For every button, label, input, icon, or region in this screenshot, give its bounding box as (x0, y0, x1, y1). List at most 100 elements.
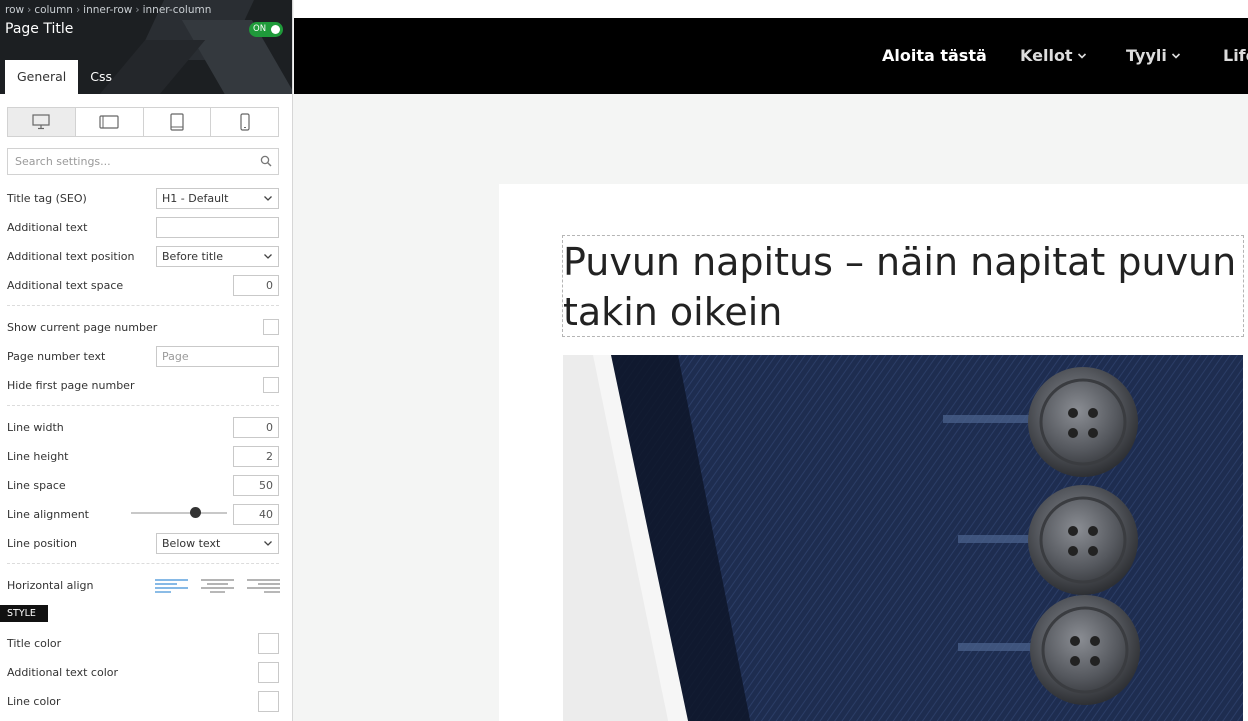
field-label: Additional text (7, 220, 88, 234)
additional-text-color-picker[interactable] (258, 661, 279, 683)
article-title: Puvun napitus – näin napitat puvun takin… (563, 240, 1237, 334)
element-toggle[interactable]: ON (249, 22, 283, 37)
field-label: Horizontal align (7, 578, 94, 592)
line-width-input[interactable]: 0 (233, 416, 279, 438)
nav-label: Life (1223, 46, 1248, 65)
field-show-page-number: Show current page number (7, 316, 279, 338)
chevron-down-icon (264, 540, 272, 546)
field-label: Page number text (7, 349, 106, 363)
field-label: Additional text color (7, 665, 119, 679)
breadcrumb-item[interactable]: inner-column (143, 4, 212, 16)
nav-label: Tyyli (1126, 46, 1167, 65)
field-label: Line color (7, 694, 61, 708)
suit-buttons-image (563, 355, 1243, 721)
select-value: Before title (162, 249, 223, 263)
align-center-button[interactable] (201, 577, 234, 593)
field-label: Hide first page number (7, 378, 135, 392)
page-preview: Aloita tästä Kellot Tyyli Life Puvun nap… (294, 0, 1248, 721)
nav-item-tyyli[interactable]: Tyyli (1126, 46, 1181, 65)
hide-first-page-number-checkbox[interactable] (263, 377, 279, 393)
breadcrumb: row › column › inner-row › inner-column (5, 4, 212, 16)
page-number-text-input[interactable]: Page (156, 345, 279, 367)
field-line-width: Line width 0 (7, 416, 279, 438)
align-left-button[interactable] (155, 577, 188, 593)
device-switcher (7, 107, 279, 137)
field-label: Line alignment (7, 507, 89, 521)
line-alignment-slider[interactable] (131, 507, 227, 518)
field-label: Line space (7, 478, 66, 492)
settings-panel: row › column › inner-row › inner-column Page T… (0, 0, 293, 721)
divider (7, 405, 279, 406)
title-color-picker[interactable] (258, 632, 279, 654)
style-section-badge: STYLE (0, 605, 48, 622)
field-label: Title color (7, 636, 62, 650)
tab-css[interactable]: Css (78, 60, 124, 94)
align-right-button[interactable] (247, 577, 280, 593)
article-hero-image (563, 355, 1243, 721)
align-left-icon (155, 579, 188, 593)
nav-label: Kellot (1020, 46, 1073, 65)
device-tablet-portrait-button[interactable] (143, 108, 212, 136)
site-navbar: Aloita tästä Kellot Tyyli Life (294, 18, 1248, 94)
panel-tabs: General Css (5, 60, 124, 94)
slider-thumb[interactable] (190, 507, 201, 518)
align-center-icon (201, 579, 234, 593)
panel-title: Page Title (5, 21, 74, 37)
line-height-input[interactable]: 2 (233, 445, 279, 467)
chevron-down-icon (1171, 52, 1180, 59)
horizontal-align-group (155, 577, 280, 593)
tablet-landscape-icon (99, 115, 119, 129)
line-color-picker[interactable] (258, 690, 279, 712)
field-label: Line position (7, 536, 77, 550)
preview-top-strip (294, 0, 1248, 18)
chevron-down-icon (264, 195, 272, 201)
field-horizontal-align: Horizontal align (7, 574, 280, 596)
select-value: H1 - Default (162, 191, 229, 205)
line-space-input[interactable]: 50 (233, 474, 279, 496)
panel-header: row › column › inner-row › inner-column Page T… (0, 0, 292, 94)
field-title-color: Title color (7, 632, 279, 654)
breadcrumb-item[interactable]: inner-row (83, 4, 132, 16)
field-page-number-text: Page number text Page (7, 345, 279, 367)
show-page-number-checkbox[interactable] (263, 319, 279, 335)
line-position-select[interactable]: Below text (156, 532, 279, 554)
field-hide-first-page-number: Hide first page number (7, 374, 279, 396)
field-title-tag: Title tag (SEO) H1 - Default (7, 187, 279, 209)
tab-general[interactable]: General (5, 60, 79, 94)
chevron-down-icon (1077, 52, 1086, 59)
nav-item-aloita[interactable]: Aloita tästä (882, 46, 987, 65)
mobile-icon (240, 113, 250, 131)
divider (7, 563, 279, 564)
title-tag-select[interactable]: H1 - Default (156, 187, 279, 209)
additional-text-position-select[interactable]: Before title (156, 245, 279, 267)
toggle-label: ON (253, 24, 267, 34)
select-value: Below text (162, 536, 221, 550)
search-icon[interactable] (260, 155, 272, 167)
line-alignment-input[interactable]: 40 (233, 503, 279, 525)
breadcrumb-item[interactable]: column (34, 4, 73, 16)
field-additional-text-position: Additional text position Before title (7, 245, 279, 267)
nav-item-kellot[interactable]: Kellot (1020, 46, 1087, 65)
chevron-down-icon (264, 253, 272, 259)
additional-text-space-input[interactable]: 0 (233, 274, 279, 296)
field-line-alignment: Line alignment 40 (7, 503, 279, 525)
nav-item-life[interactable]: Life (1223, 46, 1248, 65)
toggle-knob (271, 25, 280, 34)
breadcrumb-item[interactable]: row (5, 4, 24, 16)
field-label: Title tag (SEO) (7, 191, 87, 205)
field-additional-text-color: Additional text color (7, 661, 279, 683)
desktop-icon (32, 114, 50, 130)
additional-text-input[interactable] (156, 216, 279, 238)
field-line-position: Line position Below text (7, 532, 279, 554)
field-label: Show current page number (7, 320, 158, 334)
device-mobile-button[interactable] (211, 108, 278, 136)
divider (7, 305, 279, 306)
field-additional-text: Additional text (7, 216, 279, 238)
field-additional-text-space: Additional text space 0 (7, 274, 279, 296)
device-tablet-landscape-button[interactable] (75, 108, 144, 136)
field-label: Line width (7, 420, 64, 434)
field-label: Additional text space (7, 278, 124, 292)
search-input[interactable] (8, 149, 248, 174)
device-desktop-button[interactable] (8, 108, 76, 136)
field-line-color: Line color (7, 690, 279, 712)
